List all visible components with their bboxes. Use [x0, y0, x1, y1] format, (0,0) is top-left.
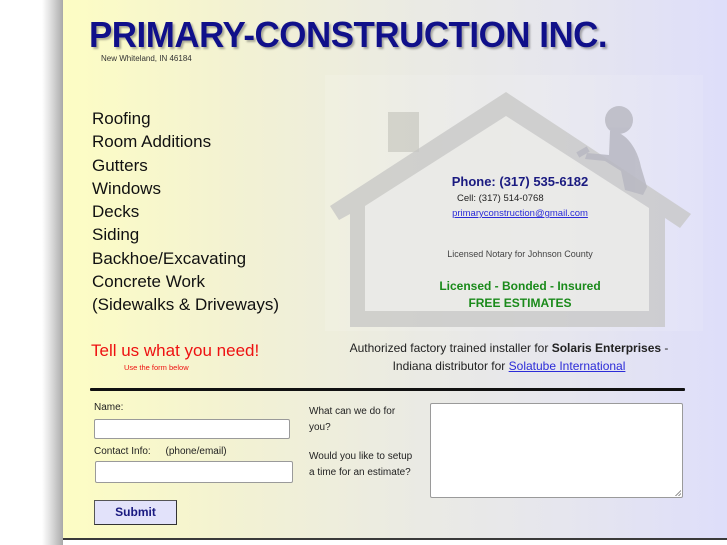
message-label-line2: you?: [309, 422, 331, 433]
name-input[interactable]: [94, 419, 290, 439]
contact-label-text: Contact Info:: [94, 446, 151, 457]
distributor-prefix: Indiana distributor for: [392, 359, 509, 373]
message-label: What can we do for you?: [309, 404, 395, 436]
service-item: Backhoe/Excavating: [92, 248, 247, 268]
solaris-name: Solaris Enterprises: [551, 341, 662, 355]
free-estimates-text: FREE ESTIMATES: [468, 296, 572, 310]
cell-number: Cell: (317) 514-0768: [457, 193, 544, 204]
authorized-installer-text: Authorized factory trained installer for…: [329, 339, 689, 375]
service-item: Gutters: [92, 155, 148, 175]
company-logo: PRIMARY-CONSTRUCTION INC.: [89, 14, 608, 55]
page-shadow: [42, 0, 63, 545]
service-item: Concrete Work: [92, 272, 206, 292]
authorized-prefix: Authorized factory trained installer for: [349, 341, 552, 355]
cta-subtext: Use the form below: [124, 363, 189, 372]
services-list: Roofing Room Additions Gutters Windows D…: [92, 107, 279, 317]
contact-hint: (phone/email): [165, 446, 227, 457]
service-item: Roofing: [92, 109, 151, 128]
estimate-label-line1: Would you like to setup: [309, 451, 413, 462]
service-item: Room Additions: [92, 132, 212, 152]
section-divider: [90, 388, 685, 391]
contact-input[interactable]: [95, 461, 293, 483]
phone-number: Phone: (317) 535-6182: [451, 174, 589, 189]
email-link[interactable]: primaryconstruction@gmail.com: [325, 208, 703, 219]
estimate-label: Would you like to setup a time for an es…: [309, 449, 412, 481]
message-textarea[interactable]: [430, 403, 683, 498]
service-item: Siding: [92, 225, 140, 245]
estimate-label-line2: a time for an estimate?: [309, 467, 411, 478]
authorized-suffix: -: [661, 341, 669, 355]
resize-grip-icon[interactable]: [675, 490, 681, 496]
message-label-line1: What can we do for: [309, 406, 396, 417]
notary-text: Licensed Notary for Johnson County: [447, 249, 593, 259]
page-container: PRIMARY-CONSTRUCTION INC. New Whiteland,…: [63, 0, 727, 540]
solatube-link[interactable]: Solatube International: [509, 359, 626, 373]
cta-headline: Tell us what you need!: [91, 341, 260, 360]
company-address: New Whiteland, IN 46184: [101, 54, 192, 63]
contact-label: Contact Info: (phone/email): [94, 446, 227, 457]
service-item: (Sidewalks & Driveways): [92, 295, 280, 315]
service-item: Windows: [92, 178, 161, 198]
service-item: Decks: [92, 202, 140, 222]
submit-button[interactable]: Submit: [94, 500, 177, 525]
credentials-text: Licensed - Bonded - Insured: [439, 279, 601, 293]
name-label: Name:: [94, 402, 124, 413]
